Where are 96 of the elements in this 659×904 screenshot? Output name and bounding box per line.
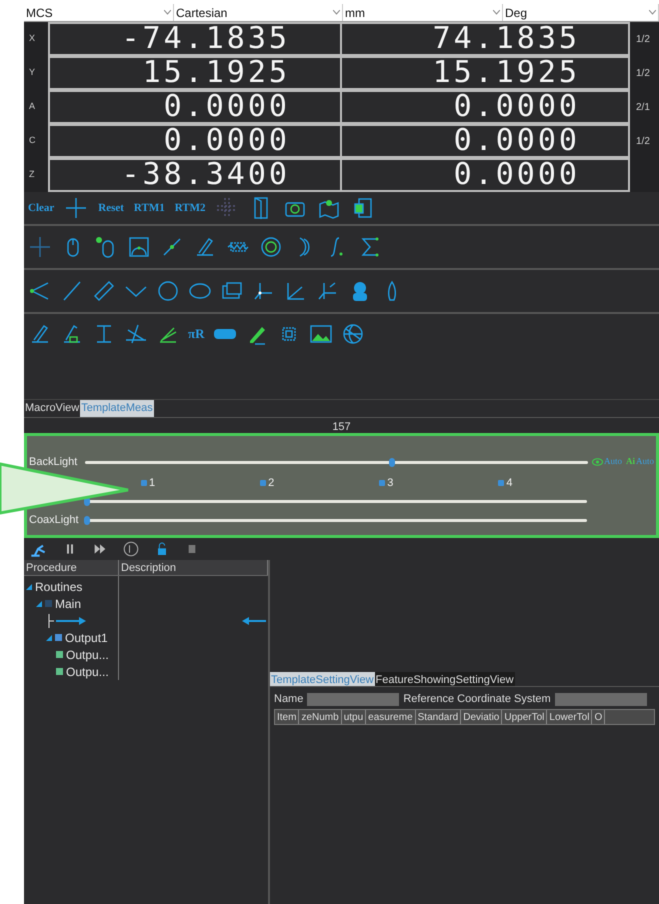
- toolbar-text-button[interactable]: Reset: [98, 200, 124, 216]
- crosshair-icon[interactable]: [28, 235, 52, 259]
- column-header: Procedure: [24, 560, 119, 575]
- expanded-triangle-icon[interactable]: [36, 600, 42, 606]
- work-value: 15.1925: [342, 56, 630, 90]
- work-value: 0.0000: [342, 90, 630, 124]
- ratio-label: 2/1: [636, 100, 650, 114]
- view-tab[interactable]: FeatureShowingSettingView: [374, 672, 515, 686]
- toolbar-text-button[interactable]: RTM2: [174, 200, 206, 216]
- ratio-label: 1/2: [636, 32, 650, 46]
- axis-label: Z: [28, 168, 36, 182]
- channel-checkbox[interactable]: [379, 480, 386, 486]
- node-icon: [56, 651, 63, 658]
- chevron-icon: [333, 10, 340, 15]
- channel-label: 2: [268, 476, 274, 491]
- tree-item[interactable]: Main: [55, 594, 82, 612]
- channel-label: 3: [387, 476, 394, 491]
- rounded-rect-icon[interactable]: [212, 328, 237, 340]
- dropdown-field[interactable]: Cartesian: [174, 4, 343, 21]
- expanded-triangle-icon[interactable]: [46, 634, 52, 640]
- column-header: LowerTol: [547, 710, 592, 724]
- ruler-icon[interactable]: [92, 279, 116, 303]
- column-header: O: [592, 710, 606, 724]
- column-header: easureme: [366, 710, 416, 724]
- dropdown-field[interactable]: mm: [343, 4, 503, 21]
- chevron-icon: [164, 10, 171, 15]
- rings-icon[interactable]: [259, 235, 283, 259]
- light-label: CoaxLight: [29, 512, 80, 528]
- ai-label: Ai: [626, 455, 635, 468]
- crosshair-icon[interactable]: [64, 196, 88, 220]
- radius-button[interactable]: πR: [188, 324, 205, 344]
- column-header: UpperTol: [502, 710, 548, 724]
- column-header: Description: [119, 560, 268, 575]
- dropdown-field[interactable]: Deg: [503, 4, 659, 21]
- dropdown-value: Cartesian: [176, 4, 228, 22]
- chevron-icon: [649, 10, 656, 15]
- frame-arc-icon[interactable]: [127, 235, 151, 259]
- light-label: BackLight: [29, 454, 78, 470]
- toolbar-text-button[interactable]: Clear: [28, 200, 54, 216]
- tree-item[interactable]: Routines: [35, 578, 82, 596]
- ratio-label: 1/2: [636, 66, 650, 80]
- expanded-triangle-icon[interactable]: [26, 584, 32, 590]
- channel-label: 4: [506, 476, 512, 491]
- channel-checkbox[interactable]: [141, 480, 147, 486]
- input-field[interactable]: [554, 692, 647, 706]
- toolbar-text-button[interactable]: RTM1: [134, 200, 165, 216]
- machine-value: 15.1925: [48, 56, 342, 90]
- backlight-slider[interactable]: [84, 460, 588, 464]
- machine-value: 0.0000: [48, 90, 342, 124]
- axis-label: Y: [28, 66, 36, 80]
- tree-item[interactable]: Outpu...: [66, 646, 109, 664]
- field-label: Name: [274, 692, 304, 707]
- work-value: 0.0000: [342, 158, 630, 192]
- ring-light-slider[interactable]: [87, 500, 587, 502]
- work-value: 74.1835: [342, 22, 630, 56]
- step-circle-icon[interactable]: [122, 540, 140, 558]
- crossed-lines-icon[interactable]: [124, 322, 148, 346]
- column-header: Deviatio: [461, 710, 502, 724]
- node-icon: [56, 668, 63, 675]
- work-value: 0.0000: [342, 124, 630, 158]
- axis-label: A: [28, 100, 36, 114]
- eye-icon: [592, 458, 603, 466]
- coax-light-slider[interactable]: [87, 518, 587, 522]
- globe-icon[interactable]: [340, 322, 365, 346]
- slider-thumb[interactable]: [388, 458, 395, 466]
- auto-label: Auto: [636, 455, 654, 468]
- column-header: Standard: [416, 710, 462, 724]
- node-icon: [45, 600, 52, 607]
- tree-item[interactable]: Output1: [65, 628, 108, 646]
- axis-label: X: [28, 32, 36, 46]
- chevron-icon: [493, 10, 500, 15]
- machine-value: -38.3400: [48, 158, 342, 192]
- node-icon: [55, 634, 62, 641]
- machine-value: -74.1835: [48, 22, 342, 56]
- slider-thumb[interactable]: [84, 516, 90, 524]
- ratio-label: 1/2: [636, 134, 650, 148]
- channel-checkbox[interactable]: [260, 480, 266, 486]
- left-arrow-icon: [242, 616, 266, 624]
- tree-item[interactable]: Outpu...: [66, 662, 109, 680]
- column-header: Item: [275, 710, 300, 724]
- slider-value: 157: [332, 421, 351, 433]
- field-label: Reference Coordinate System: [403, 692, 551, 707]
- channel-checkbox[interactable]: [498, 480, 504, 486]
- dropdown-field[interactable]: MCS: [24, 4, 174, 21]
- dropdown-value: Deg: [505, 4, 528, 22]
- circle-icon[interactable]: [156, 279, 180, 303]
- column-header: zeNumb: [299, 710, 342, 724]
- channel-label: 1: [149, 476, 156, 491]
- dropdown-value: MCS: [26, 4, 53, 22]
- input-field[interactable]: [307, 692, 400, 706]
- machine-value: 0.0000: [48, 124, 342, 158]
- dropdown-value: mm: [345, 4, 365, 22]
- column-header: utpu: [342, 710, 366, 724]
- view-tab[interactable]: MacroView: [24, 400, 80, 417]
- step-arrow-icon: [48, 614, 88, 628]
- axis-label: C: [28, 134, 36, 148]
